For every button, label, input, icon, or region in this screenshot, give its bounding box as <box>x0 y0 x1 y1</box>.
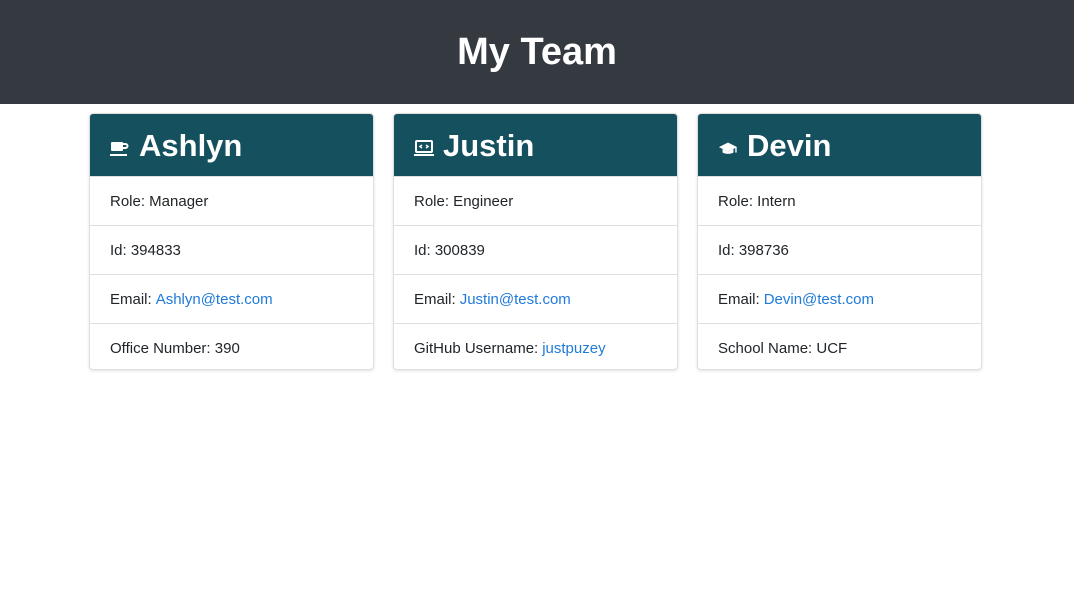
role-row: Role: Intern <box>698 176 981 225</box>
github-link[interactable]: justpuzey <box>542 340 605 357</box>
email-label: Email: <box>414 290 456 308</box>
id-text: Id: 394833 <box>110 241 181 259</box>
id-row: Id: 398736 <box>698 225 981 274</box>
email-link[interactable]: Justin@test.com <box>460 291 571 308</box>
email-row: Email: Ashlyn@test.com <box>90 274 373 323</box>
role-row: Role: Engineer <box>394 176 677 225</box>
role-text: Role: Engineer <box>414 192 514 210</box>
employee-card-engineer: Justin Role: Engineer Id: 300839 Email: … <box>393 113 678 370</box>
email-row: Email: Devin@test.com <box>698 274 981 323</box>
employee-name: Justin <box>443 127 535 163</box>
team-cards: Ashlyn Role: Manager Id: 394833 Email: A… <box>0 104 1074 596</box>
email-link[interactable]: Devin@test.com <box>764 291 874 308</box>
coffee-mug-icon <box>110 139 130 159</box>
id-text: Id: 300839 <box>414 241 485 259</box>
employee-name: Devin <box>747 127 832 163</box>
github-row: GitHub Username: justpuzey <box>394 323 677 369</box>
school-row: School Name: UCF <box>698 323 981 369</box>
role-text: Role: Intern <box>718 192 796 210</box>
graduation-cap-icon <box>718 139 738 159</box>
employee-card-manager: Ashlyn Role: Manager Id: 394833 Email: A… <box>89 113 374 370</box>
office-number-row: Office Number: 390 <box>90 323 373 369</box>
employee-card-intern: Devin Role: Intern Id: 398736 Email: Dev… <box>697 113 982 370</box>
card-header: Justin <box>394 114 677 176</box>
role-row: Role: Manager <box>90 176 373 225</box>
laptop-code-icon <box>414 139 434 159</box>
card-header: Ashlyn <box>90 114 373 176</box>
card-header: Devin <box>698 114 981 176</box>
id-row: Id: 300839 <box>394 225 677 274</box>
email-link[interactable]: Ashlyn@test.com <box>156 291 273 308</box>
id-text: Id: 398736 <box>718 241 789 259</box>
role-text: Role: Manager <box>110 192 209 210</box>
office-number-text: Office Number: 390 <box>110 339 240 357</box>
email-row: Email: Justin@test.com <box>394 274 677 323</box>
employee-name: Ashlyn <box>139 127 243 163</box>
school-text: School Name: UCF <box>718 339 848 357</box>
github-label: GitHub Username: <box>414 339 539 357</box>
id-row: Id: 394833 <box>90 225 373 274</box>
page-title: My Team <box>457 30 617 73</box>
top-header: My Team <box>0 0 1074 104</box>
email-label: Email: <box>718 290 760 308</box>
email-label: Email: <box>110 290 152 308</box>
